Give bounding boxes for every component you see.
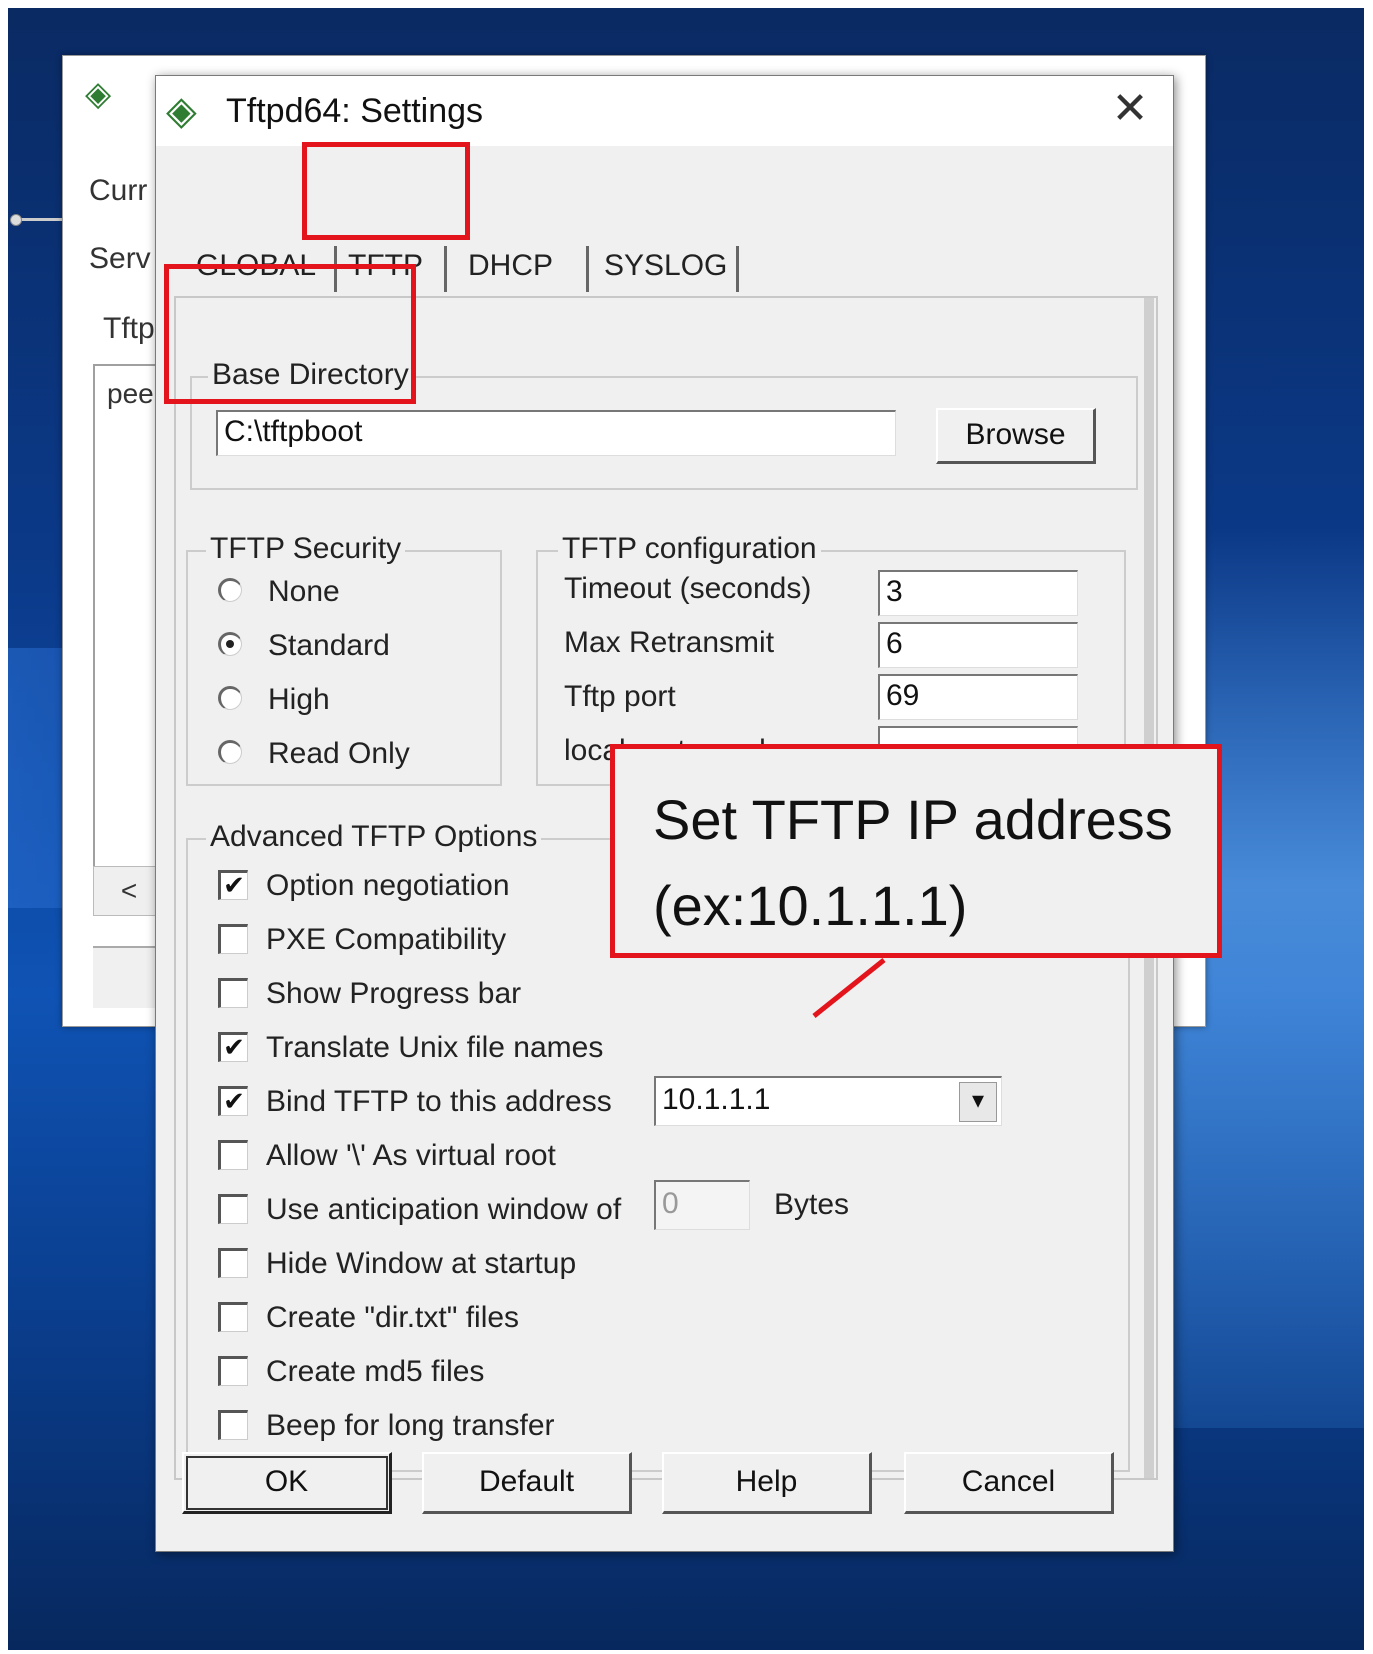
tab-dhcp[interactable]: DHCP <box>464 236 557 296</box>
tftp-port-input[interactable]: 69 <box>878 674 1078 720</box>
tab-syslog[interactable]: SYSLOG <box>600 236 731 296</box>
anticipation-window-checkbox-row[interactable]: Use anticipation window of <box>218 1190 638 1230</box>
radio-button-selected[interactable] <box>218 632 242 656</box>
list-item[interactable]: pee <box>107 378 154 410</box>
radio-button[interactable] <box>218 578 242 602</box>
resize-handle-dot <box>10 214 22 226</box>
tab-divider <box>736 246 739 292</box>
checkbox[interactable] <box>218 1356 248 1386</box>
radio-button[interactable] <box>218 686 242 710</box>
radio-label: Read Only <box>268 737 410 770</box>
checkbox-label: Create "dir.txt" files <box>266 1301 520 1334</box>
help-button[interactable]: Help <box>662 1452 872 1514</box>
bind-address-select[interactable]: 10.1.1.1 ▾ <box>654 1076 1002 1126</box>
checkbox[interactable] <box>218 1140 248 1170</box>
radio-label: Standard <box>268 629 390 662</box>
checkbox-label: Allow '\' As virtual root <box>266 1139 556 1172</box>
checkbox-checked[interactable]: ✔ <box>218 870 248 900</box>
tab-divider <box>444 246 447 292</box>
checkbox-label: Bind TFTP to this address <box>266 1085 612 1118</box>
radio-label: High <box>268 683 330 716</box>
pxe-compatibility-checkbox-row[interactable]: PXE Compatibility <box>218 920 638 960</box>
checkbox[interactable] <box>218 1410 248 1440</box>
background-label: Tftp <box>103 312 155 345</box>
screen: { "dialog": { "title": "Tftpd64: Setting… <box>0 0 1373 1654</box>
allow-virtual-root-checkbox-row[interactable]: Allow '\' As virtual root <box>218 1136 638 1176</box>
chevron-down-icon[interactable]: ▾ <box>959 1082 997 1122</box>
group-legend: TFTP configuration <box>558 532 821 566</box>
checkbox-label: Use anticipation window of <box>266 1193 622 1226</box>
browse-button[interactable]: Browse <box>936 408 1096 464</box>
annotation-pointer-line <box>812 958 886 1018</box>
hide-window-checkbox-row[interactable]: Hide Window at startup <box>218 1244 638 1284</box>
timeout-input[interactable]: 3 <box>878 570 1078 616</box>
tftp-tab-highlight <box>302 142 470 240</box>
create-md5-checkbox-row[interactable]: Create md5 files <box>218 1352 638 1392</box>
background-button[interactable] <box>93 946 163 1008</box>
dialog-title: Tftpd64: Settings <box>226 92 484 130</box>
checkbox-checked[interactable]: ✔ <box>218 1032 248 1062</box>
bytes-label: Bytes <box>774 1188 850 1221</box>
security-option-high[interactable]: High <box>218 680 478 720</box>
security-option-none[interactable]: None <box>218 572 478 612</box>
checkbox-label: Show Progress bar <box>266 977 522 1010</box>
checkbox-label: PXE Compatibility <box>266 923 507 956</box>
base-directory-input[interactable]: C:\tftpboot <box>216 410 896 456</box>
cancel-button[interactable]: Cancel <box>904 1452 1114 1514</box>
timeout-label: Timeout (seconds) <box>564 572 812 605</box>
group-legend: Advanced TFTP Options <box>206 820 542 854</box>
show-progress-bar-checkbox-row[interactable]: Show Progress bar <box>218 974 638 1014</box>
annotation-text: (ex:10.1.1.1) <box>653 874 968 937</box>
background-label: Curr <box>89 174 148 207</box>
checkbox[interactable] <box>218 1194 248 1224</box>
ok-button[interactable]: OK <box>182 1452 392 1514</box>
checkbox[interactable] <box>218 1302 248 1332</box>
app-icon: ◈ <box>166 89 197 133</box>
title-bar[interactable]: ◈ Tftpd64: Settings ✕ <box>156 76 1173 146</box>
checkbox-label: Create md5 files <box>266 1355 485 1388</box>
checkbox-label: Option negotiation <box>266 869 510 902</box>
max-retransmit-label: Max Retransmit <box>564 626 775 659</box>
translate-unix-names-checkbox-row[interactable]: ✔ Translate Unix file names <box>218 1028 638 1068</box>
checkbox[interactable] <box>218 1248 248 1278</box>
checkbox-label: Translate Unix file names <box>266 1031 604 1064</box>
checkbox-checked[interactable]: ✔ <box>218 1086 248 1116</box>
checkbox-label: Beep for long transfer <box>266 1409 555 1442</box>
checkbox[interactable] <box>218 978 248 1008</box>
tftp-port-label: Tftp port <box>564 680 676 713</box>
resize-handle[interactable] <box>10 212 74 226</box>
anticipation-window-input[interactable]: 0 <box>654 1180 750 1230</box>
radio-button[interactable] <box>218 740 242 764</box>
security-option-standard[interactable]: Standard <box>218 626 478 666</box>
annotation-callout-box: Set TFTP IP address (ex:10.1.1.1) <box>610 744 1222 958</box>
tab-divider <box>586 246 589 292</box>
close-icon[interactable]: ✕ <box>1105 84 1155 134</box>
base-directory-highlight <box>164 264 416 404</box>
background-label: Serv <box>89 242 151 275</box>
create-dir-txt-checkbox-row[interactable]: Create "dir.txt" files <box>218 1298 638 1338</box>
resize-handle-bar <box>18 218 66 221</box>
bind-address-value: 10.1.1.1 <box>662 1083 771 1116</box>
max-retransmit-input[interactable]: 6 <box>878 622 1078 668</box>
option-negotiation-checkbox-row[interactable]: ✔ Option negotiation <box>218 866 638 906</box>
default-button[interactable]: Default <box>422 1452 632 1514</box>
annotation-text: Set TFTP IP address <box>653 788 1173 851</box>
bind-tftp-address-checkbox-row[interactable]: ✔ Bind TFTP to this address <box>218 1082 638 1122</box>
radio-label: None <box>268 575 340 608</box>
app-icon: ◈ <box>85 75 112 113</box>
checkbox-label: Hide Window at startup <box>266 1247 577 1280</box>
security-option-read-only[interactable]: Read Only <box>218 734 478 774</box>
tftp-security-group: TFTP Security None Standard High Read On… <box>186 532 502 786</box>
beep-long-transfer-checkbox-row[interactable]: Beep for long transfer <box>218 1406 638 1446</box>
group-legend: TFTP Security <box>206 532 406 566</box>
checkbox[interactable] <box>218 924 248 954</box>
